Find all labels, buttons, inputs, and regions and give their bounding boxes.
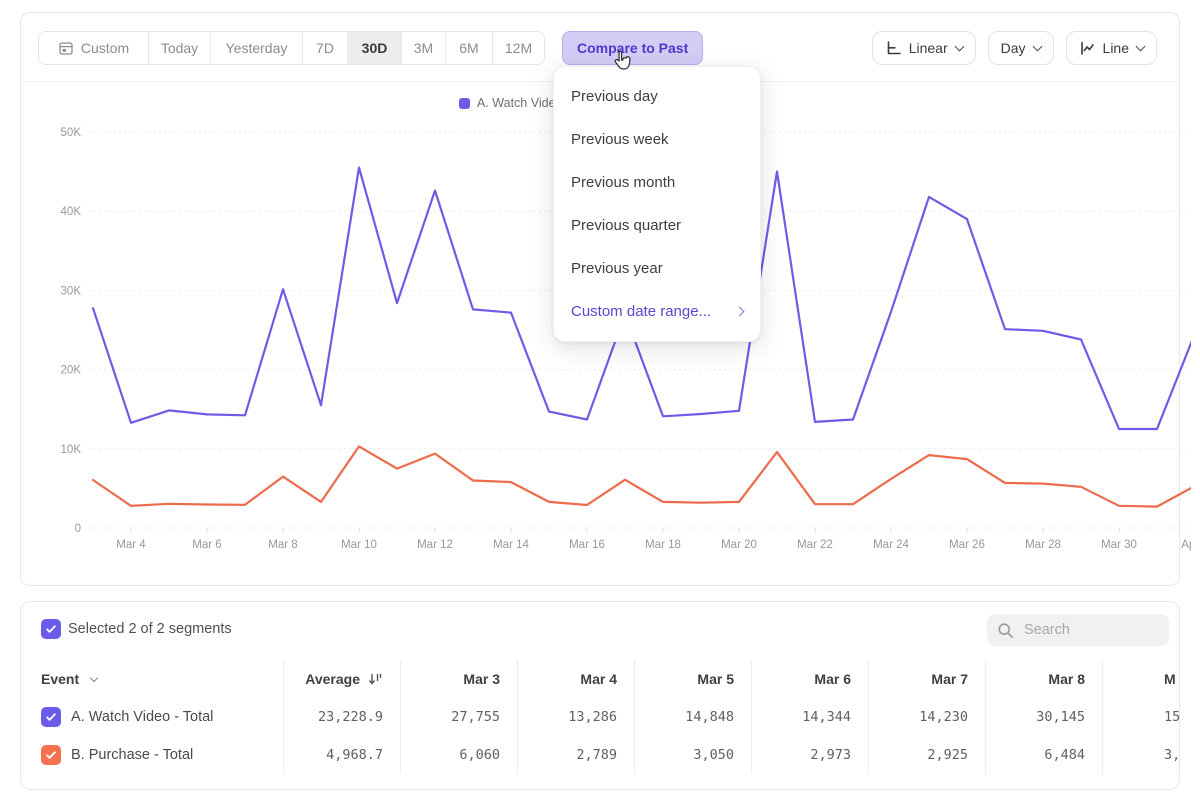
table-row-watch-video[interactable]: A. Watch Video - Total	[21, 698, 283, 736]
table-row-purchase[interactable]: B. Purchase - Total	[21, 736, 283, 774]
range-12m-button[interactable]: 12M	[493, 32, 544, 64]
scale-dropdown[interactable]: Linear	[872, 31, 976, 65]
chevron-down-icon	[954, 41, 964, 51]
row-checkbox[interactable]	[41, 707, 61, 727]
row-label: A. Watch Video - Total	[71, 709, 213, 725]
compare-to-past-menu: Previous day Previous week Previous mont…	[553, 66, 761, 342]
sort-descending-icon	[368, 672, 383, 687]
svg-text:40K: 40K	[61, 206, 82, 218]
range-label: Custom	[81, 40, 129, 56]
line-chart-icon	[1079, 40, 1095, 56]
date-column-header[interactable]: Mar 7	[868, 660, 985, 698]
svg-text:Apr 1: Apr 1	[1181, 539, 1191, 551]
svg-text:Mar 18: Mar 18	[645, 539, 681, 551]
chevron-down-icon	[1136, 41, 1146, 51]
series-a-swatch	[459, 98, 470, 109]
svg-text:20K: 20K	[61, 365, 82, 377]
chevron-down-icon	[1032, 41, 1042, 51]
svg-text:Mar 26: Mar 26	[949, 539, 985, 551]
average-column-header[interactable]: Average	[283, 660, 400, 698]
svg-text:Mar 14: Mar 14	[493, 539, 529, 551]
segments-card: Selected 2 of 2 segments Event Average M…	[20, 601, 1180, 790]
menu-item-previous-year[interactable]: Previous year	[554, 247, 760, 290]
date-column-header[interactable]: Mar 4	[517, 660, 634, 698]
range-6m-button[interactable]: 6M	[446, 32, 493, 64]
chart-type-dropdown[interactable]: Line	[1066, 31, 1157, 65]
segments-table: Event Average Mar 3 Mar 4 Mar 5 Mar 6 Ma…	[21, 660, 1180, 774]
table-cell: 27,755	[400, 698, 517, 736]
table-cell-clipped: 15,	[1102, 698, 1180, 736]
table-cell: 14,344	[751, 698, 868, 736]
search-input[interactable]	[1022, 621, 1152, 639]
menu-item-previous-quarter[interactable]: Previous quarter	[554, 204, 760, 247]
analytics-dashboard: Custom Today Yesterday 7D 30D 3M 6M 12M …	[0, 0, 1200, 802]
svg-text:Mar 20: Mar 20	[721, 539, 757, 551]
svg-text:50K: 50K	[61, 127, 82, 139]
row-label: B. Purchase - Total	[71, 747, 193, 763]
table-cell: 14,230	[868, 698, 985, 736]
menu-item-previous-month[interactable]: Previous month	[554, 161, 760, 204]
table-cell: 6,060	[400, 736, 517, 774]
date-column-header[interactable]: Mar 3	[400, 660, 517, 698]
svg-text:Mar 30: Mar 30	[1101, 539, 1137, 551]
interval-dropdown[interactable]: Day	[988, 31, 1054, 65]
svg-text:Mar 28: Mar 28	[1025, 539, 1061, 551]
svg-text:Mar 10: Mar 10	[341, 539, 377, 551]
svg-text:Mar 6: Mar 6	[192, 539, 221, 551]
chart-controls: Linear Day Line	[872, 31, 1157, 65]
row-checkbox[interactable]	[41, 745, 61, 765]
svg-text:0: 0	[75, 523, 81, 535]
table-cell: 13,286	[517, 698, 634, 736]
event-column-header[interactable]: Event	[21, 660, 283, 698]
range-7d-button[interactable]: 7D	[303, 32, 348, 64]
date-range-selector: Custom Today Yesterday 7D 30D 3M 6M 12M	[38, 31, 545, 65]
table-cell: 2,789	[517, 736, 634, 774]
search-icon	[997, 622, 1014, 639]
select-all-checkbox[interactable]	[41, 619, 61, 639]
date-column-header[interactable]: Mar 6	[751, 660, 868, 698]
table-cell: 14,848	[634, 698, 751, 736]
table-cell: 30,145	[985, 698, 1102, 736]
svg-text:Mar 22: Mar 22	[797, 539, 833, 551]
menu-item-previous-week[interactable]: Previous week	[554, 118, 760, 161]
svg-text:10K: 10K	[61, 444, 82, 456]
search-box[interactable]	[987, 614, 1169, 646]
svg-text:Mar 24: Mar 24	[873, 539, 909, 551]
table-cell: 4,968.7	[283, 736, 400, 774]
svg-text:Mar 12: Mar 12	[417, 539, 453, 551]
chevron-down-icon	[90, 673, 98, 681]
date-column-header[interactable]: Mar 5	[634, 660, 751, 698]
legend-item-watch-video[interactable]: A. Watch Video	[459, 96, 562, 110]
range-3m-button[interactable]: 3M	[402, 32, 446, 64]
table-cell: 2,925	[868, 736, 985, 774]
range-yesterday-button[interactable]: Yesterday	[211, 32, 303, 64]
segments-header: Selected 2 of 2 segments	[21, 602, 1179, 660]
table-cell: 23,228.9	[283, 698, 400, 736]
chevron-right-icon	[735, 307, 745, 317]
svg-text:30K: 30K	[61, 285, 82, 297]
table-cell-clipped: 3,	[1102, 736, 1180, 774]
date-column-header-clipped[interactable]: M	[1102, 660, 1180, 698]
compare-to-past-button[interactable]: Compare to Past	[562, 31, 703, 65]
svg-text:Mar 4: Mar 4	[116, 539, 146, 551]
linear-axis-icon	[885, 40, 901, 56]
table-cell: 6,484	[985, 736, 1102, 774]
range-30d-button[interactable]: 30D	[348, 32, 402, 64]
menu-item-custom-date-range[interactable]: Custom date range...	[554, 290, 760, 333]
table-cell: 3,050	[634, 736, 751, 774]
range-today-button[interactable]: Today	[149, 32, 211, 64]
table-cell: 2,973	[751, 736, 868, 774]
date-column-header[interactable]: Mar 8	[985, 660, 1102, 698]
svg-text:Mar 16: Mar 16	[569, 539, 605, 551]
selected-segments-label: Selected 2 of 2 segments	[68, 621, 232, 637]
calendar-icon	[58, 40, 74, 56]
svg-text:Mar 8: Mar 8	[268, 539, 297, 551]
range-custom-button[interactable]: Custom	[39, 32, 149, 64]
menu-item-previous-day[interactable]: Previous day	[554, 75, 760, 118]
